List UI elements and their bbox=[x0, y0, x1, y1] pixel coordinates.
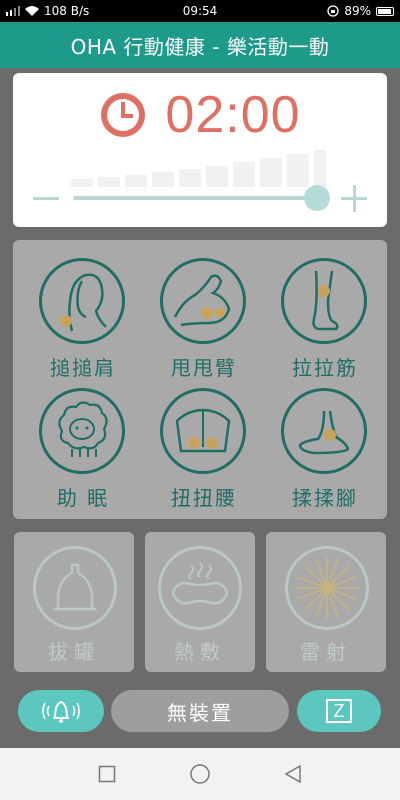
program-label: 助 眠 bbox=[56, 486, 110, 510]
system-nav-bar bbox=[0, 748, 400, 800]
device-heat[interactable]: 熱敷 bbox=[145, 532, 255, 672]
program-label: 搥搥肩 bbox=[50, 356, 116, 380]
z-button[interactable]: Z bbox=[297, 690, 381, 732]
device-label: 拔罐 bbox=[48, 640, 100, 664]
program-stretch[interactable]: 拉拉筋 bbox=[275, 250, 375, 380]
program-arm[interactable]: 甩甩臂 bbox=[154, 250, 254, 380]
status-bar: 108 B/s 09:54 89% bbox=[0, 0, 400, 22]
back-button[interactable] bbox=[273, 754, 313, 794]
shoulder-icon bbox=[60, 273, 107, 332]
lock-rotation-icon bbox=[327, 5, 339, 17]
device-cupping[interactable]: 拔罐 bbox=[14, 532, 134, 672]
program-foot[interactable]: 揉揉腳 bbox=[275, 380, 375, 510]
alarm-button[interactable] bbox=[18, 690, 104, 732]
device-status-button[interactable]: 無裝置 bbox=[111, 690, 289, 732]
network-speed: 108 B/s bbox=[44, 4, 90, 18]
program-waist[interactable]: 扭扭腰 bbox=[154, 380, 254, 510]
z-label: Z bbox=[326, 699, 352, 723]
program-label: 揉揉腳 bbox=[292, 486, 358, 510]
increase-button[interactable] bbox=[339, 185, 369, 215]
timer-slider-thumb[interactable] bbox=[304, 185, 330, 211]
clock-icon bbox=[101, 93, 146, 137]
timer-card: 02:00 bbox=[13, 73, 387, 227]
battery-percent: 89% bbox=[344, 4, 371, 18]
bell-icon bbox=[42, 700, 80, 723]
app-title: OHA 行動健康 - 樂活動一動 bbox=[0, 22, 400, 68]
bottom-bar: 無裝置 Z bbox=[0, 680, 400, 746]
arm-icon bbox=[173, 274, 231, 327]
laser-icon bbox=[296, 557, 358, 619]
cupping-icon bbox=[54, 563, 96, 611]
program-label: 甩甩臂 bbox=[171, 356, 237, 380]
timer-value: 02:00 bbox=[165, 86, 301, 144]
heat-mask-icon bbox=[171, 562, 229, 605]
device-label: 熱敷 bbox=[174, 640, 226, 664]
program-sleep[interactable]: 助 眠 bbox=[33, 380, 133, 510]
program-panel: 搥搥肩 甩甩臂 拉拉筋 助 眠 扭扭腰 揉揉腳 bbox=[13, 240, 387, 519]
square-icon bbox=[98, 765, 115, 783]
wifi-icon bbox=[25, 6, 39, 16]
sheep-icon bbox=[58, 401, 108, 457]
device-laser[interactable]: 雷射 bbox=[266, 532, 386, 672]
back-icon bbox=[175, 408, 231, 453]
program-shoulder[interactable]: 搥搥肩 bbox=[33, 250, 133, 380]
back-triangle-icon bbox=[284, 764, 302, 784]
leg-icon bbox=[312, 270, 339, 331]
program-label: 拉拉筋 bbox=[292, 356, 358, 380]
timer-slider-track[interactable] bbox=[73, 196, 323, 200]
circle-icon bbox=[190, 764, 210, 784]
foot-icon bbox=[298, 410, 350, 455]
decrease-button[interactable] bbox=[31, 185, 61, 211]
recents-button[interactable] bbox=[87, 754, 127, 794]
device-label: 雷射 bbox=[300, 640, 352, 664]
battery-icon bbox=[376, 6, 394, 16]
home-button[interactable] bbox=[180, 754, 220, 794]
signal-icon bbox=[6, 6, 20, 16]
program-label: 扭扭腰 bbox=[171, 486, 237, 510]
